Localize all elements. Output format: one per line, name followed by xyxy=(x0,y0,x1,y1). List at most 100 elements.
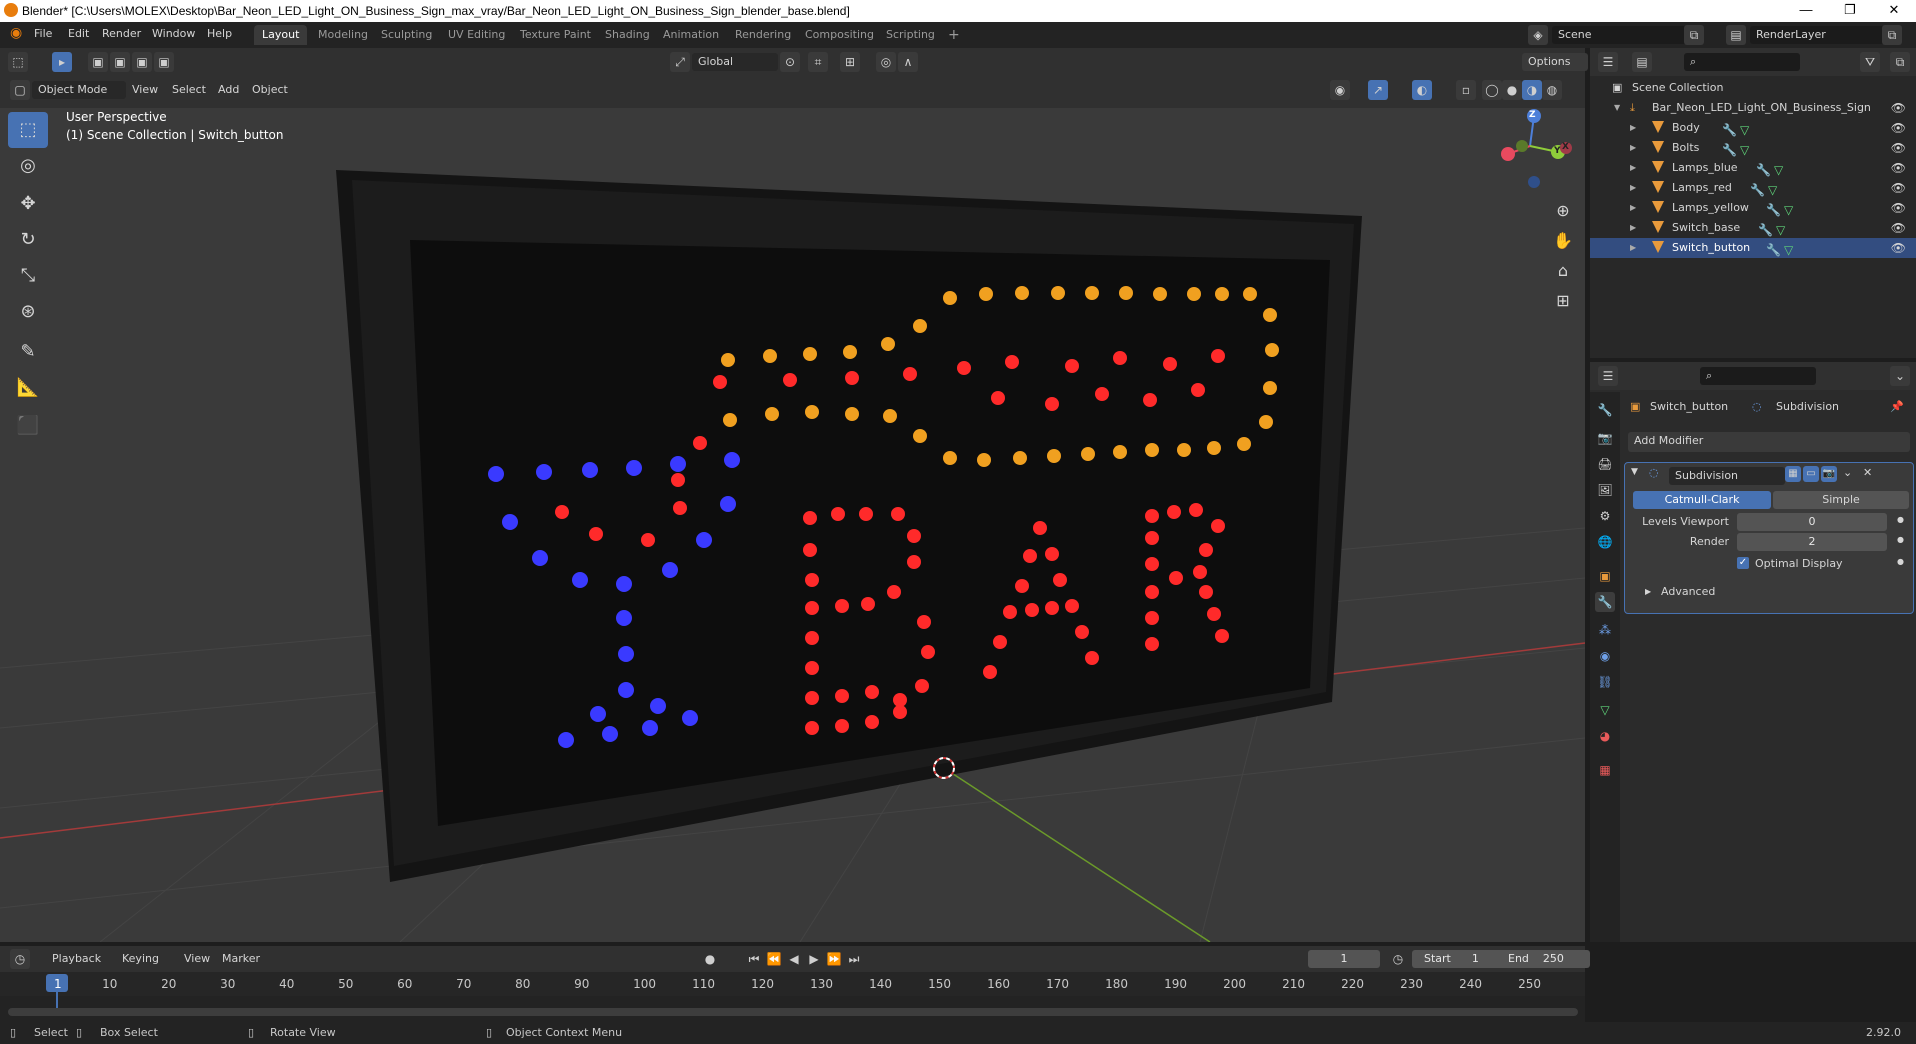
new-render-layer-icon[interactable]: ⧉ xyxy=(1882,25,1902,45)
new-scene-icon[interactable]: ⧉ xyxy=(1684,25,1704,45)
scale-tool-icon[interactable]: ⤡ xyxy=(8,258,48,294)
physics-tab-icon[interactable]: ◉ xyxy=(1595,646,1615,666)
expand-triangle-icon[interactable]: ▶ xyxy=(1630,218,1636,238)
visibility-eye-icon[interactable]: 👁 xyxy=(1891,198,1906,218)
current-frame-field[interactable]: 1 xyxy=(1308,950,1380,968)
next-keyframe-icon[interactable]: ⏩ xyxy=(824,949,844,969)
render-layer-icon[interactable]: ▤ xyxy=(1726,25,1746,45)
outliner-collection-row[interactable]: ▼ ⤓ Bar_Neon_LED_Light_ON_Business_Sign … xyxy=(1590,98,1916,118)
properties-search-input[interactable]: ⌕ xyxy=(1700,367,1816,385)
visibility-eye-icon[interactable]: 👁 xyxy=(1891,98,1906,118)
scene-selector-icon[interactable]: ◈ xyxy=(1528,25,1548,45)
advanced-section[interactable]: Advanced xyxy=(1661,585,1715,598)
menu-help[interactable]: Help xyxy=(207,27,232,40)
start-frame-field[interactable]: Start 1 xyxy=(1412,950,1504,968)
expand-triangle-icon[interactable]: ▶ xyxy=(1630,118,1636,138)
snap-icon[interactable]: ⌗ xyxy=(808,52,828,72)
select-subtract-icon[interactable]: ▣ xyxy=(132,52,152,72)
outliner-editor-icon[interactable]: ☰ xyxy=(1598,52,1618,72)
edit-mode-toggle-icon[interactable]: ▦ xyxy=(1785,466,1801,482)
close-window-button[interactable]: ✕ xyxy=(1872,2,1916,20)
select-box-tool-icon[interactable]: ⬚ xyxy=(8,112,48,148)
menu-render[interactable]: Render xyxy=(102,27,141,40)
tab-scripting[interactable]: Scripting xyxy=(878,25,943,45)
modifier-collapse-icon[interactable]: ▼ xyxy=(1631,467,1638,477)
pan-hand-icon[interactable]: ✋ xyxy=(1550,228,1576,254)
advanced-expand-icon[interactable]: ▶ xyxy=(1645,587,1651,596)
ortho-toggle-icon[interactable]: ⊞ xyxy=(1550,288,1576,314)
menu-object[interactable]: Object xyxy=(252,80,288,100)
snap-target-icon[interactable]: ⊞ xyxy=(840,52,860,72)
new-collection-icon[interactable]: ⧉ xyxy=(1890,52,1910,72)
tab-rendering[interactable]: Rendering xyxy=(727,25,799,45)
simple-option[interactable]: Simple xyxy=(1773,491,1909,509)
modifier-menu-chevron-icon[interactable]: ⌄ xyxy=(1843,466,1852,479)
modifier-name-field[interactable]: Subdivision xyxy=(1669,467,1785,485)
visibility-eye-icon[interactable]: 👁 xyxy=(1891,158,1906,178)
visibility-eye-icon[interactable]: 👁 xyxy=(1891,218,1906,238)
keyframe-dot-icon[interactable]: ● xyxy=(1897,535,1904,544)
outliner-item-lamps-red[interactable]: ▶ Lamps_red 🔧 ▽ 👁 xyxy=(1590,178,1916,198)
jump-start-icon[interactable]: ⏮ xyxy=(744,949,764,969)
end-frame-field[interactable]: End 250 xyxy=(1496,950,1590,968)
outliner-item-lamps-blue[interactable]: ▶ Lamps_blue 🔧 ▽ 👁 xyxy=(1590,158,1916,178)
timeline-scrollbar[interactable] xyxy=(8,1008,1578,1016)
record-keyframe-icon[interactable]: ● xyxy=(700,949,720,969)
play-reverse-icon[interactable]: ◀ xyxy=(784,949,804,969)
solid-shading-icon[interactable]: ● xyxy=(1502,80,1522,100)
proportional-editing-icon[interactable]: ◎ xyxy=(876,52,896,72)
expand-triangle-icon[interactable]: ▶ xyxy=(1630,158,1636,178)
constraints-tab-icon[interactable]: ⛓ xyxy=(1595,672,1615,692)
pivot-point-icon[interactable]: ⊙ xyxy=(780,52,800,72)
viewport-toggle-icon[interactable]: ▭ xyxy=(1803,466,1819,482)
jump-end-icon[interactable]: ⏭ xyxy=(844,949,864,969)
expand-triangle-icon[interactable]: ▶ xyxy=(1630,178,1636,198)
outliner-item-lamps-yellow[interactable]: ▶ Lamps_yellow 🔧 ▽ 👁 xyxy=(1590,198,1916,218)
outliner-search-input[interactable]: ⌕ xyxy=(1684,53,1800,71)
properties-editor-icon[interactable]: ☰ xyxy=(1598,366,1618,386)
select-extend-icon[interactable]: ▣ xyxy=(110,52,130,72)
visibility-eye-icon[interactable]: 👁 xyxy=(1891,138,1906,158)
expand-triangle-icon[interactable]: ▶ xyxy=(1630,138,1636,158)
falloff-icon[interactable]: ∧ xyxy=(898,52,918,72)
scene-tab-icon[interactable]: ⚙ xyxy=(1595,506,1615,526)
menu-file[interactable]: File xyxy=(34,27,52,40)
timeline-editor-icon[interactable]: ◷ xyxy=(10,949,30,969)
pin-icon[interactable]: 📌 xyxy=(1890,400,1904,413)
outliner-item-body[interactable]: ▶ Body 🔧 ▽ 👁 xyxy=(1590,118,1916,138)
menu-playback[interactable]: Playback xyxy=(52,949,101,969)
cursor-tool-icon[interactable]: ◎ xyxy=(8,148,48,184)
measure-tool-icon[interactable]: 📐 xyxy=(8,370,48,406)
blender-menu-icon[interactable]: ◉ xyxy=(10,25,22,41)
filter-icon[interactable]: ⛛ xyxy=(1860,52,1880,72)
collapse-triangle-icon[interactable]: ▼ xyxy=(1614,98,1620,118)
menu-edit[interactable]: Edit xyxy=(68,27,89,40)
properties-options-icon[interactable]: ⌄ xyxy=(1890,366,1910,386)
scene-name-field[interactable]: Scene xyxy=(1552,26,1688,44)
menu-keying[interactable]: Keying xyxy=(122,949,159,969)
transform-orientation-select[interactable]: Global xyxy=(692,53,778,71)
select-invert-icon[interactable]: ▣ xyxy=(154,52,174,72)
menu-view[interactable]: View xyxy=(132,80,158,100)
render-toggle-icon[interactable]: 📷 xyxy=(1821,466,1837,482)
clock-icon[interactable]: ◷ xyxy=(1388,949,1408,969)
material-shading-icon[interactable]: ◑ xyxy=(1522,80,1542,100)
play-icon[interactable]: ▶ xyxy=(804,949,824,969)
outliner-item-switch-base[interactable]: ▶ Switch_base 🔧 ▽ 👁 xyxy=(1590,218,1916,238)
tab-animation[interactable]: Animation xyxy=(655,25,727,45)
material-tab-icon[interactable]: ◕ xyxy=(1595,726,1615,746)
view-layer-tab-icon[interactable]: 🖼 xyxy=(1595,480,1615,500)
zoom-icon[interactable]: ⊕ xyxy=(1550,198,1576,224)
levels-viewport-slider[interactable]: 0 xyxy=(1737,513,1887,531)
menu-window[interactable]: Window xyxy=(152,27,195,40)
overlays-toggle-icon[interactable]: ◐ xyxy=(1412,80,1432,100)
rotate-tool-icon[interactable]: ↻ xyxy=(8,222,48,258)
rendered-shading-icon[interactable]: ◍ xyxy=(1542,80,1562,100)
add-workspace-button[interactable]: + xyxy=(940,25,968,45)
particles-tab-icon[interactable]: ⁂ xyxy=(1595,620,1615,640)
render-tab-icon[interactable]: 📷 xyxy=(1595,428,1615,448)
keyframe-dot-icon[interactable]: ● xyxy=(1897,515,1904,524)
modifier-tab-icon[interactable]: 🔧 xyxy=(1595,592,1615,612)
transform-tool-icon[interactable]: ⊛ xyxy=(8,294,48,330)
camera-view-icon[interactable]: ⌂ xyxy=(1550,258,1576,284)
